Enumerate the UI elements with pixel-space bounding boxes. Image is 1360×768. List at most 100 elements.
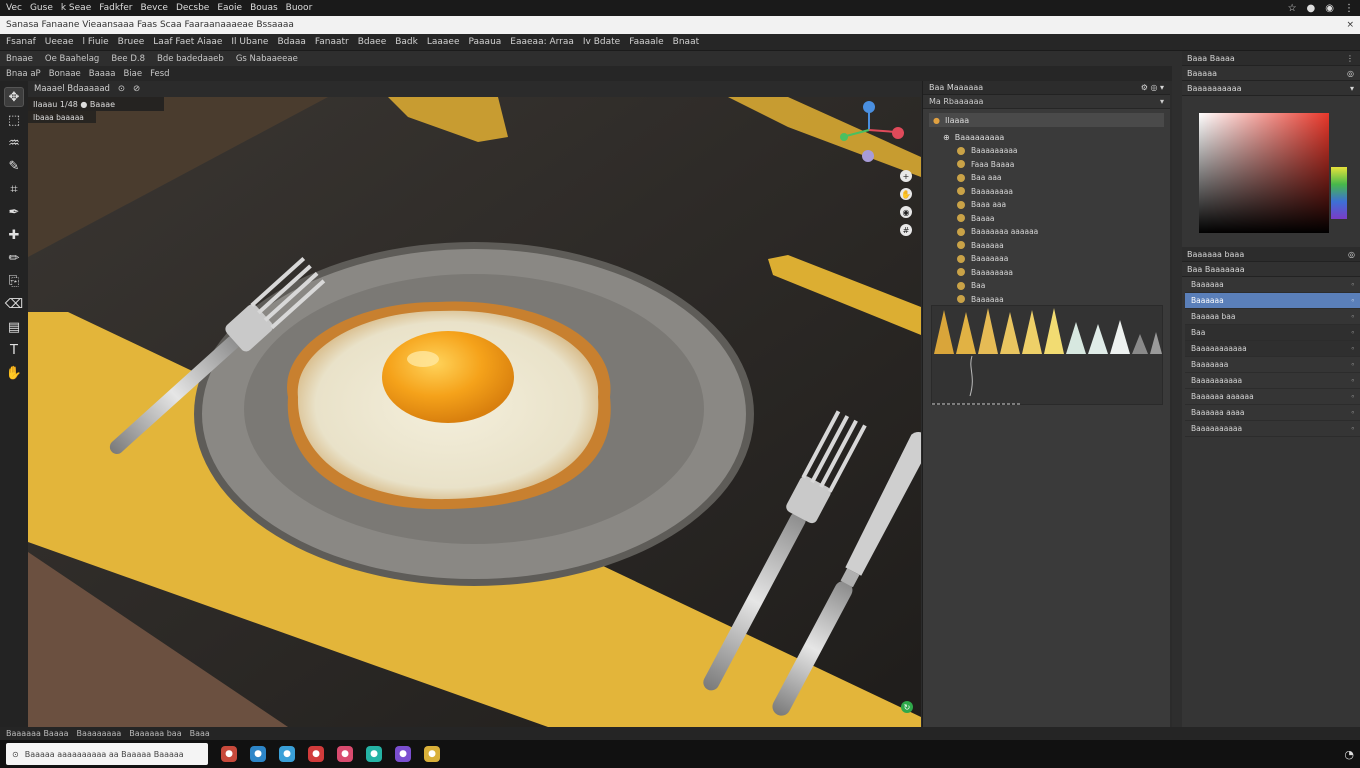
camera-icon[interactable]: ◉ — [900, 206, 912, 218]
image-canvas[interactable] — [28, 97, 921, 727]
navigation-gizmo[interactable] — [836, 100, 906, 166]
property-row[interactable]: Baa ◦ — [1185, 325, 1360, 341]
layer-item[interactable]: Baaaaaaa — [957, 252, 1170, 266]
document-tab[interactable]: Bnaa aP — [6, 69, 41, 79]
sync-icon[interactable]: ↻ — [901, 701, 913, 713]
app-blue-icon[interactable]: ● — [250, 746, 266, 762]
taskbar-search[interactable]: ⊙ Baaaaa aaaaaaaaaa aa Baaaaa Baaaaa — [6, 743, 208, 765]
healing-tool[interactable]: ✚ — [4, 225, 24, 245]
title-menu-item[interactable]: Decsbe — [176, 3, 209, 13]
layer-visibility-icon[interactable] — [957, 241, 965, 250]
chevron-icon[interactable]: ◦ — [1351, 424, 1355, 433]
layer-visibility-icon[interactable] — [957, 200, 965, 209]
layer-item[interactable]: Baa — [957, 279, 1170, 293]
property-row[interactable]: Baaaaaa aaaaaa ◦ — [1185, 389, 1360, 405]
menu-item[interactable]: Eaaeaa: Arraa — [510, 37, 574, 47]
layer-visibility-icon[interactable] — [957, 268, 965, 277]
app-red-icon[interactable]: ● — [221, 746, 237, 762]
title-menu-item[interactable]: Buoor — [286, 3, 313, 13]
close-icon[interactable]: × — [1346, 20, 1354, 30]
document-tab[interactable]: Baaaa — [89, 69, 116, 79]
grid-icon[interactable]: # — [900, 224, 912, 236]
settings-icon[interactable]: ◎ — [1347, 69, 1354, 78]
title-menu-item[interactable]: Guse — [30, 3, 53, 13]
settings-icon[interactable]: ◎ — [1348, 250, 1355, 259]
layer-visibility-icon[interactable] — [957, 214, 965, 223]
option-item[interactable]: Bee D.8 — [111, 54, 145, 64]
title-menu-item[interactable]: k Seae — [61, 3, 91, 13]
menu-item[interactable]: Laaaee — [427, 37, 460, 47]
lasso-tool[interactable]: ♒ — [4, 133, 24, 153]
layer-visibility-icon[interactable] — [957, 281, 965, 290]
type-tool[interactable]: T — [4, 340, 24, 360]
chevron-icon[interactable]: ◦ — [1351, 296, 1355, 305]
gizmo-view[interactable] — [862, 150, 874, 162]
system-tray-icon[interactable]: ◉ — [1325, 3, 1334, 14]
title-menu-item[interactable]: Bevce — [140, 3, 168, 13]
ban-icon[interactable]: ⊘ — [133, 84, 140, 94]
stamp-tool[interactable]: ⎘ — [4, 271, 24, 291]
gradient-tool[interactable]: ▤ — [4, 317, 24, 337]
menu-item[interactable]: Faaaale — [629, 37, 663, 47]
eyedropper-tool[interactable]: ✒ — [4, 202, 24, 222]
option-item[interactable]: Oe Baahelag — [45, 54, 99, 64]
menu-item[interactable]: Badk — [395, 37, 418, 47]
option-item[interactable]: Gs Nabaaeeae — [236, 54, 298, 64]
menu-item[interactable]: Fsanaf — [6, 37, 36, 47]
layer-item[interactable]: Baaaaaaa aaaaaa — [957, 225, 1170, 239]
eraser-tool[interactable]: ⌫ — [4, 294, 24, 314]
gizmo-z-axis[interactable] — [863, 101, 875, 113]
option-item[interactable]: Bnaae — [6, 54, 33, 64]
address-url[interactable]: Sanasa Fanaane Vieaansaaa Faas Scaa Faar… — [6, 20, 294, 30]
layer-visibility-icon[interactable] — [957, 173, 965, 182]
layer-visibility-icon[interactable] — [957, 146, 965, 155]
menu-item[interactable]: Il Ubane — [231, 37, 268, 47]
quick-select-tool[interactable]: ✎ — [4, 156, 24, 176]
marquee-tool[interactable]: ⬚ — [4, 110, 24, 130]
chevron-down-icon[interactable]: ▾ — [1160, 97, 1164, 106]
layer-item[interactable]: Baaaaaa — [957, 239, 1170, 253]
app-crimson-icon[interactable]: ● — [308, 746, 324, 762]
chevron-down-icon[interactable]: ▾ — [1350, 84, 1354, 93]
move-tool[interactable]: ✥ — [4, 87, 24, 107]
document-tab[interactable]: Fesd — [150, 69, 169, 79]
property-row[interactable]: Baaaaaaaaaa ◦ — [1185, 373, 1360, 389]
property-row[interactable]: Baaaaaaaaaa ◦ — [1185, 421, 1360, 437]
chevron-icon[interactable]: ◦ — [1351, 328, 1355, 337]
tree-root[interactable]: ● Ilaaaa — [929, 113, 1164, 127]
system-tray-icon[interactable]: ☆ — [1288, 3, 1297, 14]
property-row[interactable]: Baaaaaaa ◦ — [1185, 357, 1360, 373]
menu-item[interactable]: Laaf Faet Aiaae — [153, 37, 222, 47]
app-purple-icon[interactable]: ● — [395, 746, 411, 762]
app-lightblue-icon[interactable]: ● — [279, 746, 295, 762]
color-panel-sub[interactable]: Baaaaa ◎ — [1173, 66, 1360, 81]
brush-tool[interactable]: ✏ — [4, 248, 24, 268]
system-tray-icon[interactable]: ● — [1307, 3, 1316, 14]
notification-icon[interactable]: ◔ — [1344, 748, 1354, 761]
panel-options-icon[interactable]: ⚙ ◎ ▾ — [1141, 83, 1164, 92]
layer-item[interactable]: Baaaaaa — [957, 293, 1170, 307]
layer-item[interactable]: Baaaaaaaaa — [957, 144, 1170, 158]
document-tab[interactable]: Bonaae — [49, 69, 81, 79]
menu-item[interactable]: Bruee — [118, 37, 145, 47]
layers-panel-tab[interactable]: Ma Rbaaaaaa ▾ — [923, 95, 1170, 109]
gizmo-x-axis[interactable] — [892, 127, 904, 139]
hand-icon[interactable]: ✋ — [900, 188, 912, 200]
menu-item[interactable]: Paaaua — [469, 37, 502, 47]
system-tray-icon[interactable]: ⋮ — [1344, 3, 1354, 14]
layer-visibility-icon[interactable] — [957, 295, 965, 304]
chevron-icon[interactable]: ◦ — [1351, 408, 1355, 417]
color-picker-field[interactable] — [1199, 113, 1329, 233]
panel-collapse-strip[interactable] — [1172, 51, 1182, 727]
chevron-icon[interactable]: ◦ — [1351, 376, 1355, 385]
zoom-in-icon[interactable]: + — [900, 170, 912, 182]
layer-item[interactable]: Baaaaaaaa — [957, 185, 1170, 199]
menu-item[interactable]: Bnaat — [673, 37, 699, 47]
property-row[interactable]: Baaaaaaaaaaa ◦ — [1185, 341, 1360, 357]
chevron-icon[interactable]: ◦ — [1351, 392, 1355, 401]
crop-tool[interactable]: ⌗ — [4, 179, 24, 199]
panel-menu-icon[interactable]: ⋮ — [1346, 54, 1354, 63]
chevron-icon[interactable]: ◦ — [1351, 312, 1355, 321]
title-menu-item[interactable]: Fadkfer — [99, 3, 132, 13]
hue-slider[interactable] — [1331, 167, 1347, 219]
